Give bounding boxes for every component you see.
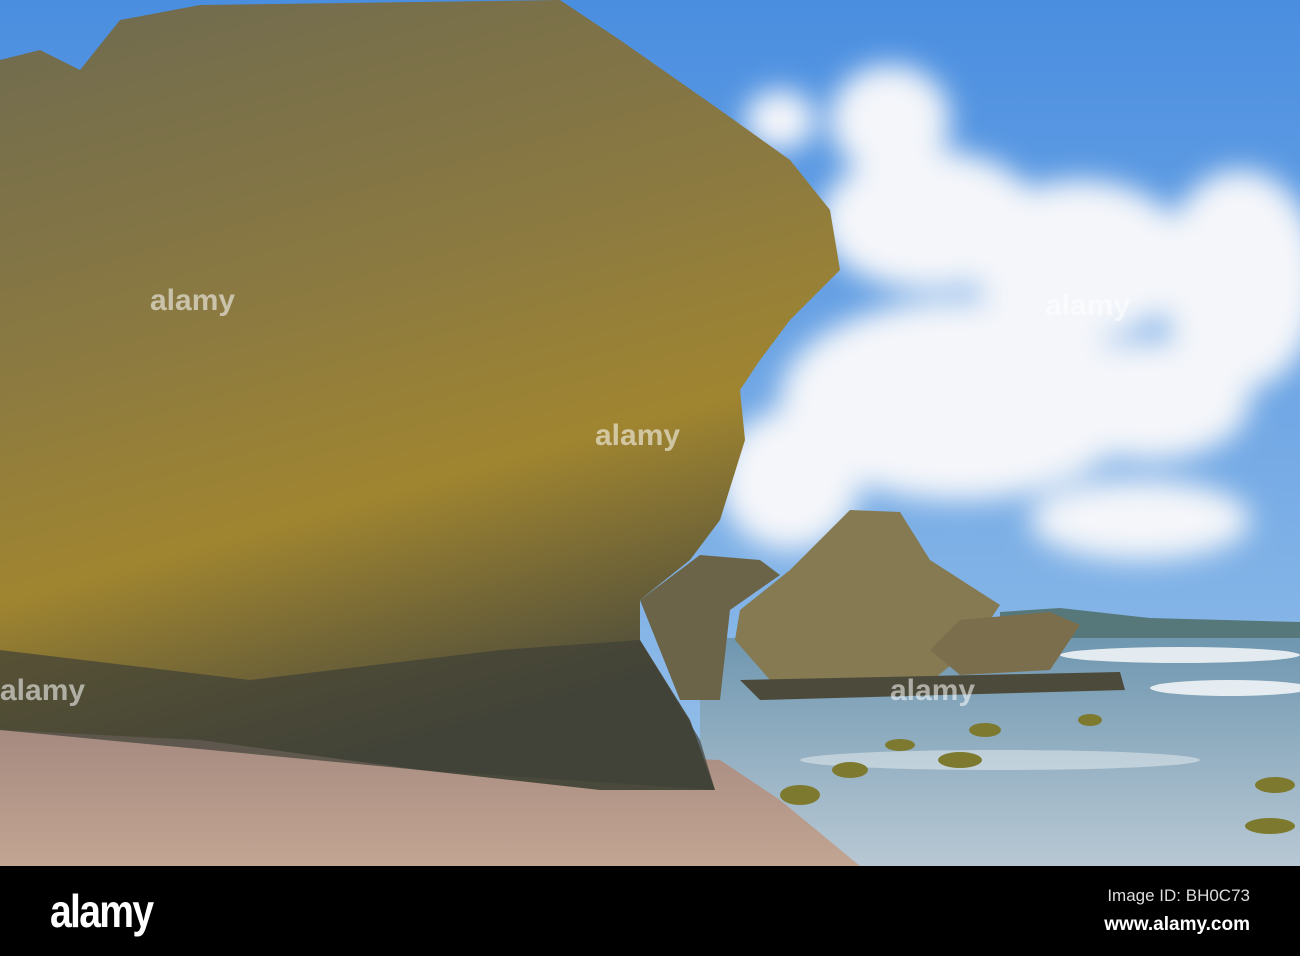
site-url[interactable]: www.alamy.com bbox=[1104, 914, 1250, 936]
alamy-logo: alamy bbox=[50, 885, 154, 937]
svg-text:alamy: alamy bbox=[595, 419, 680, 452]
image-meta: Image ID: BH0C73 www.alamy.com bbox=[1104, 886, 1250, 936]
image-id: Image ID: BH0C73 bbox=[1107, 886, 1250, 905]
svg-text:alamy: alamy bbox=[0, 674, 85, 707]
svg-text:alamy: alamy bbox=[890, 674, 975, 707]
photo: alamy alamy alamy alamy alamy bbox=[0, 0, 1300, 866]
footer-bar: alamy Image ID: BH0C73 www.alamy.com bbox=[0, 866, 1300, 956]
svg-text:alamy: alamy bbox=[1045, 289, 1130, 322]
svg-text:alamy: alamy bbox=[150, 284, 235, 317]
